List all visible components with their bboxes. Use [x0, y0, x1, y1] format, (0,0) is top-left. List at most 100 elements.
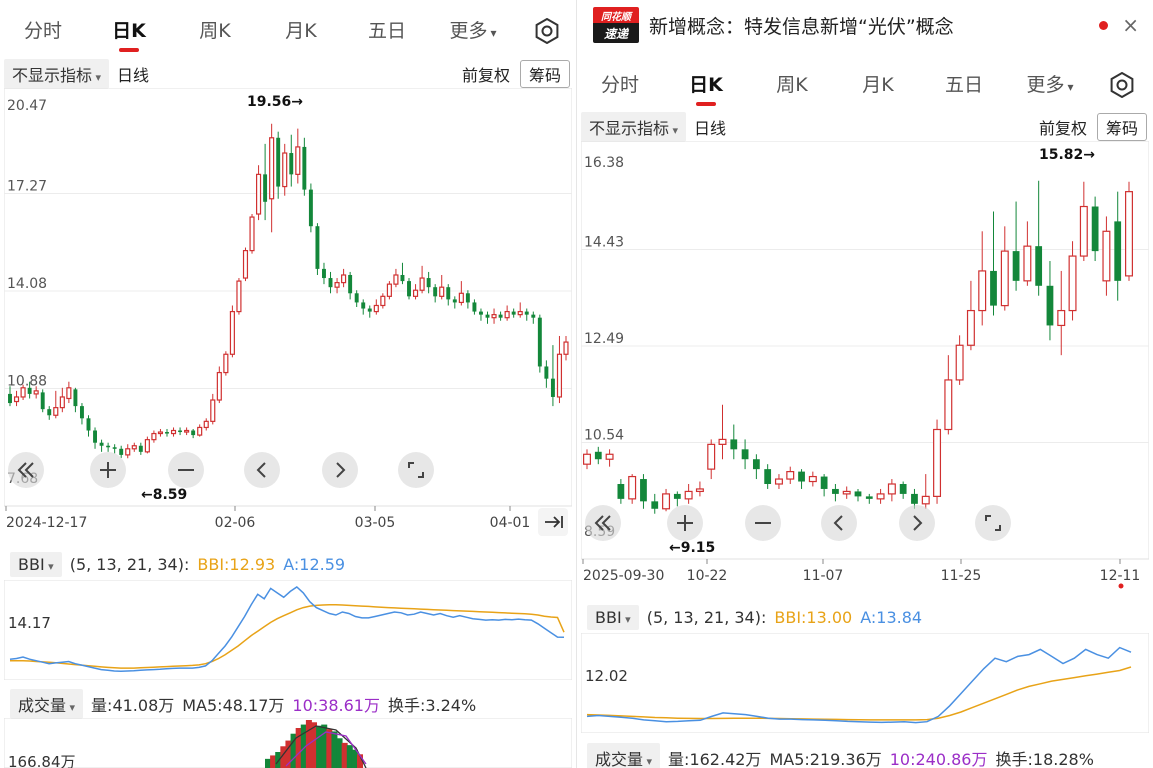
zoom-out-icon[interactable]: [168, 452, 204, 488]
zoom-reset-icon[interactable]: [585, 505, 621, 541]
candle: [210, 393, 216, 425]
bbi-indicator-header: BBI (5, 13, 21, 34): BBI:12.93 A:12.59: [4, 548, 572, 580]
zoom-in-icon[interactable]: [90, 452, 126, 488]
candle-body-up: [583, 453, 591, 465]
candle-body-up: [53, 407, 59, 416]
candle: [393, 268, 399, 288]
zoom-in-icon[interactable]: [667, 505, 703, 541]
zoom-reset-icon[interactable]: [8, 452, 44, 488]
candle-body-down: [40, 392, 45, 410]
candle: [472, 299, 477, 315]
candle-body-down: [899, 483, 907, 494]
tab-fenshi[interactable]: 分时: [577, 60, 663, 110]
price-tick-label: 10.54: [584, 428, 624, 444]
candle: [178, 427, 183, 436]
candle-body-up: [334, 282, 340, 288]
candle-body-down: [289, 153, 294, 175]
candle-body-up: [1057, 309, 1066, 327]
candle: [295, 128, 301, 184]
news-banner[interactable]: 同花顺 速递 新增概念：特发信息新增“光伏”概念 ×: [577, 0, 1153, 50]
tab-week-k[interactable]: 周K: [749, 60, 835, 110]
indicator-select[interactable]: 不显示指标: [581, 112, 687, 142]
bbi-select[interactable]: BBI: [10, 551, 62, 577]
candle: [412, 284, 419, 300]
candle-body-up: [197, 426, 203, 436]
candle-body-down: [138, 445, 143, 452]
candle-body-down: [1046, 285, 1054, 326]
bbi-select[interactable]: BBI: [587, 604, 639, 630]
indicator-select[interactable]: 不显示指标: [4, 59, 110, 89]
tab-month-k[interactable]: 月K: [258, 6, 344, 56]
pan-right-icon[interactable]: [322, 452, 358, 488]
candle: [400, 262, 405, 285]
candle: [191, 428, 196, 439]
tab-five-day[interactable]: 五日: [344, 6, 430, 56]
chouma-button[interactable]: 筹码: [1096, 113, 1147, 141]
candle: [59, 387, 65, 413]
candle: [407, 278, 411, 300]
news-title[interactable]: 新增概念：特发信息新增“光伏”概念: [649, 12, 1099, 39]
zoom-out-icon[interactable]: [745, 505, 781, 541]
low-price-label: ←9.15: [669, 540, 715, 556]
pan-right-icon[interactable]: [899, 505, 935, 541]
tab-five-day[interactable]: 五日: [921, 60, 1007, 110]
fuquan-toggle[interactable]: 前复权: [462, 62, 510, 86]
tab-day-k[interactable]: 日K: [663, 60, 749, 110]
fullscreen-icon[interactable]: [398, 452, 434, 488]
tab-more[interactable]: 更多: [1007, 60, 1093, 110]
candle: [741, 439, 749, 470]
candle-body-up: [341, 274, 347, 284]
candle: [157, 428, 164, 437]
candle: [165, 428, 169, 437]
candle-body-up: [1023, 245, 1032, 282]
candle-body-up: [295, 146, 301, 175]
volume-bar: [321, 724, 328, 768]
period-tabs: 分时 日K 周K 月K 五日 更多: [0, 6, 576, 56]
volume-bar: [270, 755, 277, 768]
pan-right-icon-bg: [322, 452, 358, 488]
candle-body-down: [764, 469, 772, 484]
candle-body-down: [400, 274, 405, 282]
tab-day-k[interactable]: 日K: [86, 6, 172, 56]
candle: [1079, 181, 1088, 262]
fuquan-toggle[interactable]: 前复权: [1039, 115, 1087, 139]
candle: [367, 305, 372, 318]
tab-month-k[interactable]: 月K: [835, 60, 921, 110]
candle-body-up: [707, 443, 716, 470]
chouma-button[interactable]: 筹码: [519, 60, 570, 88]
candle-body-down: [367, 308, 372, 312]
volume-select[interactable]: 成交量: [587, 743, 661, 768]
chart-control-bar: 不显示指标 日线 前复权 筹码: [577, 112, 1153, 142]
candle: [517, 302, 523, 318]
tonghuashun-logo: 同花顺 速递: [593, 7, 639, 43]
candle: [504, 305, 510, 321]
tab-more[interactable]: 更多: [430, 6, 516, 56]
volume-select[interactable]: 成交量: [10, 689, 84, 719]
candle-body-up: [1068, 255, 1077, 312]
candle-body-up: [210, 399, 216, 422]
fullscreen-icon[interactable]: [975, 505, 1011, 541]
a-value: A:12.59: [283, 554, 346, 574]
candle-body-up: [393, 274, 399, 285]
close-icon[interactable]: ×: [1122, 13, 1139, 37]
kline-type-label: 日线: [117, 66, 150, 85]
tab-fenshi[interactable]: 分时: [0, 6, 86, 56]
date-tick-label: 10-22: [687, 568, 728, 584]
candle-body-down: [426, 278, 431, 288]
tab-week-k[interactable]: 周K: [172, 6, 258, 56]
indicator-frame: [4, 580, 572, 680]
candle: [1102, 216, 1111, 296]
kline-chart[interactable]: 20.4717.2714.0810.887.68 19.56→ ←8.59 20…: [4, 88, 572, 540]
kline-chart[interactable]: 16.3814.4312.4910.548.59 15.82→ ←9.15 20…: [581, 141, 1149, 593]
series-line-a: [586, 646, 1132, 724]
scroll-to-end-icon[interactable]: [538, 508, 568, 536]
candle-body-up: [556, 353, 563, 398]
settings-gear-icon[interactable]: [1109, 72, 1135, 98]
candle-body-up: [229, 310, 235, 355]
settings-gear-icon[interactable]: [534, 18, 560, 44]
pan-left-icon[interactable]: [821, 505, 857, 541]
candle: [550, 345, 555, 407]
volume-bar: [295, 728, 302, 768]
volume-bar: [265, 758, 271, 768]
pan-left-icon[interactable]: [244, 452, 280, 488]
